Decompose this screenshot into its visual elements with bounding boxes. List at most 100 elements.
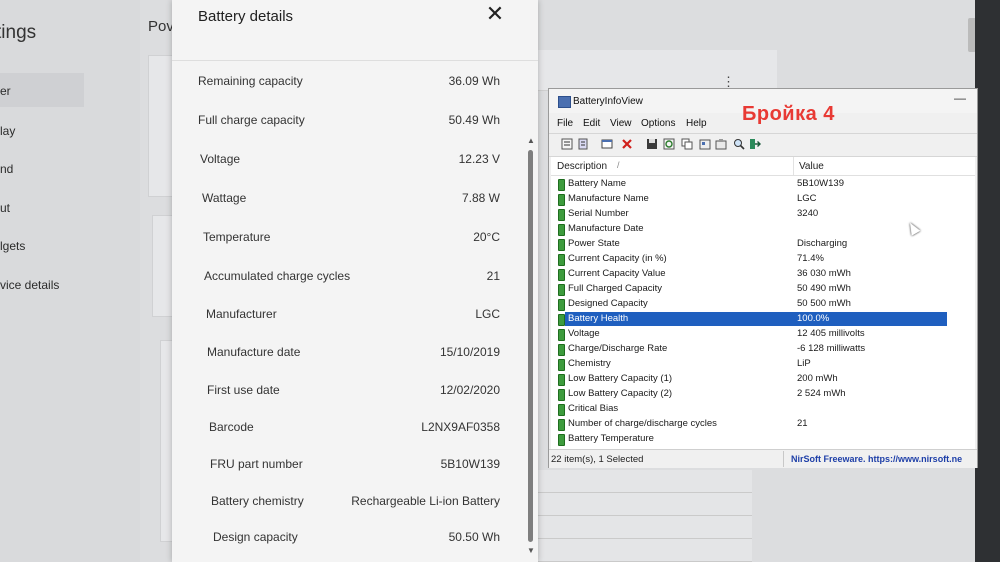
detail-value: 20°C	[473, 230, 500, 244]
list-row[interactable]: Chemistry LiP	[551, 357, 975, 372]
sidebar-item-display[interactable]: lay	[0, 124, 15, 138]
sidebar-item-widgets[interactable]: lgets	[0, 239, 25, 253]
menu-options[interactable]: Options	[641, 118, 675, 129]
panel-scrollbar[interactable]: ▲ ▼	[527, 136, 535, 558]
list-row-selected[interactable]: Battery Health 100.0%	[551, 312, 975, 327]
biv-menubar: File Edit View Options Help	[549, 115, 977, 131]
row-description: Low Battery Capacity (2)	[568, 388, 673, 399]
desktop-edge	[975, 0, 1000, 562]
row-description: Battery Temperature	[568, 433, 654, 444]
row-value: Discharging	[797, 238, 848, 249]
close-icon[interactable]: ✕	[483, 2, 507, 26]
battery-detail-row: Battery chemistry Rechargeable Li-ion Bat…	[211, 494, 500, 516]
list-row[interactable]: Low Battery Capacity (1) 200 mWh	[551, 372, 975, 387]
battery-icon	[558, 299, 565, 311]
detail-label: Barcode	[209, 420, 254, 434]
sidebar-item-power[interactable]: er	[0, 84, 11, 98]
detail-value: 50.49 Wh	[448, 113, 500, 127]
battery-detail-row: Design capacity 50.50 Wh	[213, 530, 500, 552]
battery-detail-row: Manufacturer LGC	[206, 307, 500, 329]
list-row[interactable]: Designed Capacity 50 500 mWh	[551, 297, 975, 312]
settings-bottom-rows	[537, 470, 752, 562]
column-value[interactable]: Value	[799, 161, 824, 172]
scroll-down-icon[interactable]: ▼	[527, 546, 535, 555]
scroll-up-icon[interactable]: ▲	[527, 136, 535, 145]
settings-card-right	[537, 50, 777, 91]
detail-label: First use date	[207, 383, 280, 397]
window-icon[interactable]	[601, 138, 613, 150]
menu-view[interactable]: View	[610, 118, 632, 129]
list-icon[interactable]	[577, 138, 589, 150]
biv-statusbar: 22 item(s), 1 Selected NirSoft Freeware.…	[549, 449, 977, 468]
list-row[interactable]: Critical Bias	[551, 402, 975, 417]
list-row[interactable]: Battery Name 5B10W139	[551, 177, 975, 192]
refresh-icon[interactable]	[663, 138, 675, 150]
find-icon[interactable]	[733, 138, 745, 150]
copy-icon[interactable]	[681, 138, 693, 150]
battery-detail-row: Accumulated charge cycles 21	[204, 269, 500, 291]
row-description: Manufacture Date	[568, 223, 644, 234]
row-description: Battery Name	[568, 178, 627, 189]
scroll-thumb[interactable]	[528, 150, 533, 542]
battery-icon	[558, 224, 565, 236]
row-value: 2 524 mWh	[797, 388, 846, 399]
detail-value: 12.23 V	[458, 152, 500, 166]
sidebar-item-sound[interactable]: nd	[0, 162, 13, 176]
battery-icon	[558, 344, 565, 356]
batteryinfoview-window: BatteryInfoView Бройка 4 — File Edit Vie…	[548, 88, 978, 468]
list-row[interactable]: Serial Number 3240	[551, 207, 975, 222]
list-row[interactable]: Number of charge/discharge cycles 21	[551, 417, 975, 432]
battery-icon	[558, 254, 565, 266]
detail-value: LGC	[475, 307, 500, 321]
detail-value: 36.09 Wh	[448, 74, 500, 88]
row-value: 50 490 mWh	[797, 283, 851, 294]
row-value: 3240	[797, 208, 819, 219]
column-separator[interactable]	[793, 157, 794, 175]
detail-label: Remaining capacity	[198, 74, 303, 88]
sidebar-item-device-details[interactable]: vice details	[0, 278, 59, 292]
list-row[interactable]: Battery Temperature	[551, 432, 975, 447]
detail-label: Design capacity	[213, 530, 298, 544]
detail-label: Battery chemistry	[211, 494, 304, 508]
delete-icon[interactable]	[621, 138, 633, 150]
list-row[interactable]: Current Capacity Value 36 030 mWh	[551, 267, 975, 282]
battery-icon	[558, 194, 565, 206]
list-row[interactable]: Charge/Discharge Rate -6 128 milliwatts	[551, 342, 975, 357]
menu-help[interactable]: Help	[686, 118, 707, 129]
column-description[interactable]: Description	[557, 161, 607, 172]
sidebar-item-selected[interactable]	[0, 73, 84, 107]
menu-file[interactable]: File	[557, 118, 573, 129]
list-row[interactable]: Current Capacity (in %) 71.4%	[551, 252, 975, 267]
detail-label: FRU part number	[210, 457, 303, 471]
detail-label: Voltage	[200, 152, 241, 166]
exit-icon[interactable]	[749, 138, 761, 150]
list-row[interactable]: Power State Discharging	[551, 237, 975, 252]
battery-details-panel: Battery details ✕ Remaining capacity 36.0…	[172, 0, 538, 562]
detail-label: Manufacture date	[207, 345, 301, 359]
power-page-title: Pov	[148, 18, 174, 35]
app-icon	[558, 96, 571, 108]
battery-detail-row: Full charge capacity 50.49 Wh	[198, 113, 500, 135]
menu-edit[interactable]: Edit	[583, 118, 600, 129]
battery-icon	[558, 389, 565, 401]
battery-icon	[558, 374, 565, 386]
properties-icon[interactable]	[561, 138, 573, 150]
battery-icon	[558, 359, 565, 371]
save-icon[interactable]	[646, 138, 658, 150]
list-row[interactable]: Low Battery Capacity (2) 2 524 mWh	[551, 387, 975, 402]
minimize-icon[interactable]: —	[954, 91, 966, 105]
battery-detail-row: FRU part number 5B10W139	[210, 457, 500, 479]
biv-titlebar[interactable]: BatteryInfoView Бройка 4 —	[549, 89, 977, 125]
list-row[interactable]: Full Charged Capacity 50 490 mWh	[551, 282, 975, 297]
detail-label: Temperature	[203, 230, 271, 244]
row-description: Low Battery Capacity (1)	[568, 373, 673, 384]
sidebar-item-about[interactable]: ut	[0, 201, 10, 215]
sort-indicator-icon: /	[617, 160, 620, 170]
nirsoft-link[interactable]: NirSoft Freeware. https://www.nirsoft.ne	[791, 454, 962, 464]
list-row[interactable]: Manufacture Name LGC	[551, 192, 975, 207]
list-row[interactable]: Voltage 12 405 millivolts	[551, 327, 975, 342]
row-value: LGC	[797, 193, 817, 204]
html-report-icon[interactable]	[699, 138, 711, 150]
options-icon[interactable]	[715, 138, 727, 150]
battery-detail-row: Wattage 7.88 W	[202, 191, 500, 213]
